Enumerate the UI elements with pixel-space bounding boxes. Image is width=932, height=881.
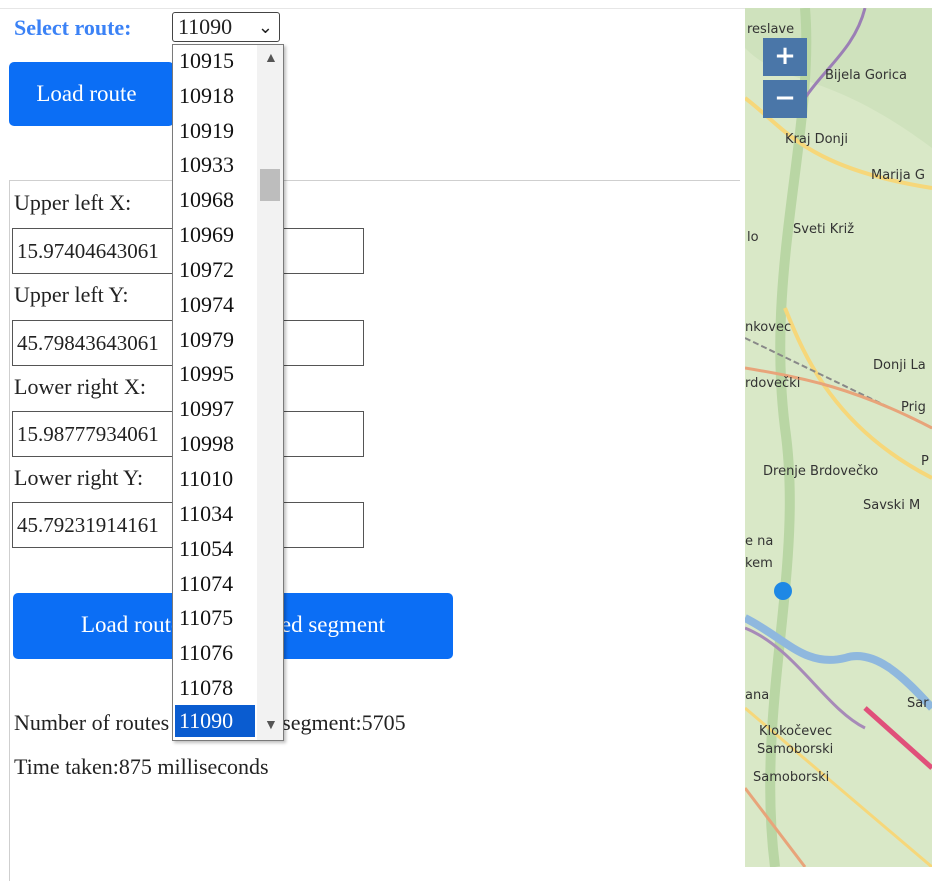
route-option[interactable]: 10968 — [177, 184, 259, 216]
map-place-label: Sar — [907, 696, 929, 711]
route-option[interactable]: 10969 — [177, 219, 259, 251]
map-place-label: reslave — [747, 22, 795, 37]
map-place-label: rdovečki — [745, 376, 801, 391]
zoom-out-button[interactable]: − — [763, 80, 807, 118]
route-option[interactable]: 10995 — [177, 358, 259, 390]
map-place-label: kem — [745, 556, 773, 571]
route-option[interactable]: 10972 — [177, 254, 259, 286]
route-option[interactable]: 10933 — [177, 149, 259, 181]
route-option[interactable]: 11054 — [177, 533, 259, 565]
route-option-selected[interactable]: 11090 — [175, 705, 255, 737]
route-option[interactable]: 10919 — [177, 115, 259, 147]
map-place-label: nkovec — [745, 320, 792, 335]
route-select-value: 11090 — [178, 14, 233, 39]
select-route-label: Select route: — [14, 15, 132, 40]
load-route-button[interactable]: Load route — [9, 62, 174, 126]
route-select[interactable]: 11090 ⌄ — [172, 12, 280, 42]
map-place-label: Samoborski — [757, 742, 834, 757]
map-place-label: Klokočevec — [759, 724, 833, 739]
top-divider — [0, 8, 745, 9]
route-option[interactable]: 11034 — [177, 498, 259, 530]
map-place-label: Savski M — [863, 498, 921, 513]
scrollbar-thumb[interactable] — [260, 169, 280, 201]
map-place-label: Prig — [901, 400, 926, 415]
route-option[interactable]: 11074 — [177, 568, 259, 600]
route-dropdown-list[interactable]: 10915 10918 10919 10933 10968 10969 1097… — [172, 44, 284, 741]
dropdown-scrollbar[interactable]: ▲ ▼ — [257, 45, 283, 740]
scroll-up-arrow-icon[interactable]: ▲ — [264, 51, 278, 67]
map-view[interactable]: + − reslave Bijela Gorica Kraj Donji Mar… — [745, 8, 932, 867]
map-place-label: Samoborski — [753, 770, 830, 785]
route-option[interactable]: 10997 — [177, 393, 259, 425]
map-place-label: Bijela Gorica — [825, 68, 907, 83]
upper-left-x-label: Upper left X: — [14, 190, 132, 215]
map-place-label: Drenje Brdovečko — [763, 464, 879, 479]
map-place-label: lo — [747, 230, 759, 245]
lower-right-y-label: Lower right Y: — [14, 465, 144, 490]
route-option[interactable]: 10979 — [177, 324, 259, 356]
map-place-label: Marija G — [871, 168, 925, 183]
map-place-label: Kraj Donji — [785, 132, 849, 147]
map-place-label: e na — [745, 534, 774, 549]
route-option[interactable]: 10974 — [177, 289, 259, 321]
route-option[interactable]: 11010 — [177, 463, 259, 495]
route-option[interactable]: 11076 — [177, 637, 259, 669]
time-taken-text: Time taken:875 milliseconds — [14, 754, 269, 779]
map-place-label: P — [921, 454, 929, 469]
lower-right-x-label: Lower right X: — [14, 374, 146, 399]
chevron-down-icon: ⌄ — [257, 17, 273, 37]
left-panel: Select route: 11090 ⌄ Load route Upper l… — [0, 0, 745, 881]
route-option[interactable]: 11078 — [177, 672, 259, 704]
upper-left-y-label: Upper left Y: — [14, 282, 129, 307]
route-option[interactable]: 10918 — [177, 80, 259, 112]
route-option[interactable]: 10915 — [177, 45, 259, 77]
scroll-down-arrow-icon[interactable]: ▼ — [264, 718, 278, 734]
map-place-label: Sveti Križ — [793, 222, 855, 237]
route-option[interactable]: 10998 — [177, 428, 259, 460]
map-place-label: ana — [745, 688, 770, 703]
map-place-label: Donji La — [873, 358, 926, 373]
zoom-in-button[interactable]: + — [763, 38, 807, 76]
route-option[interactable]: 11075 — [177, 602, 259, 634]
